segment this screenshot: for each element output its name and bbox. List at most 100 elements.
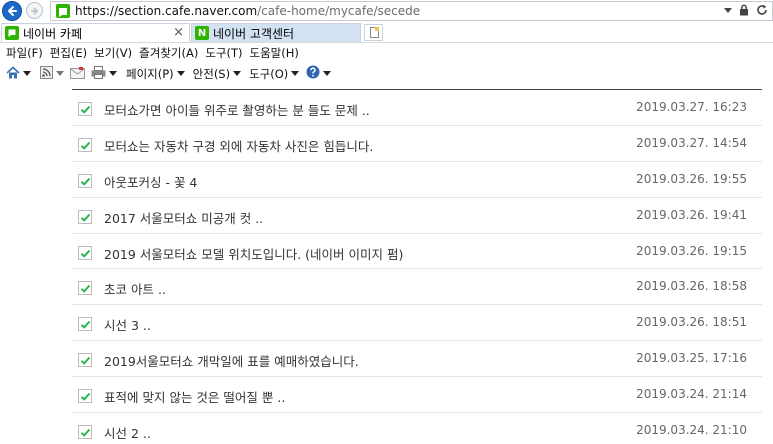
list-item: 모터쇼는 자동차 구경 외에 자동차 사진은 힘듭니다. 2019.03.27.… <box>0 126 773 162</box>
list-item: 2019서울모터쇼 개막일에 표를 예매하였습니다. 2019.03.25. 1… <box>0 341 773 378</box>
home-dropdown-icon[interactable] <box>23 71 31 76</box>
post-date: 2019.03.24. 21:14 <box>636 387 747 402</box>
post-title[interactable]: 2017 서울모터쇼 미공개 컷 .. <box>104 208 263 227</box>
command-bar: 페이지(P) 안전(S) 도구(O) <box>0 63 773 84</box>
menu-view[interactable]: 보기(V) <box>94 45 132 61</box>
address-tools <box>724 4 768 16</box>
post-date: 2019.03.26. 19:55 <box>636 171 747 186</box>
post-checkbox[interactable] <box>78 102 92 116</box>
post-checkbox[interactable] <box>78 209 92 224</box>
help-icon[interactable] <box>306 64 320 83</box>
post-title[interactable]: 표적에 맞지 않는 것은 떨어질 뿐 .. <box>104 387 285 406</box>
naver-n-icon: N <box>195 26 209 40</box>
mail-icon[interactable] <box>70 64 85 83</box>
safety-menu[interactable]: 안전(S) <box>193 66 230 82</box>
menu-edit[interactable]: 편집(E) <box>50 45 87 61</box>
post-date: 2019.03.27. 14:54 <box>636 135 747 150</box>
menu-help[interactable]: 도움말(H) <box>250 45 299 61</box>
check-icon <box>80 105 91 114</box>
url-path: /cafe-home/mycafe/secede <box>257 4 421 18</box>
post-checkbox[interactable] <box>78 281 92 296</box>
menu-tools[interactable]: 도구(T) <box>205 45 242 61</box>
post-date: 2019.03.27. 16:23 <box>636 100 747 114</box>
post-title[interactable]: 시선 2 .. <box>104 423 151 442</box>
post-date: 2019.03.26. 19:41 <box>636 207 747 222</box>
post-title[interactable]: 아웃포커싱 - 꽃 4 <box>104 172 197 191</box>
post-checkbox[interactable] <box>78 173 92 188</box>
check-icon <box>80 321 91 330</box>
post-date: 2019.03.26. 18:51 <box>636 315 747 330</box>
print-dropdown-icon[interactable] <box>109 71 117 76</box>
tab-label: 네이버 카페 <box>23 26 83 41</box>
page-dropdown-icon[interactable] <box>176 71 185 76</box>
post-title[interactable]: 시선 3 .. <box>104 315 151 334</box>
naver-cafe-icon <box>5 26 19 40</box>
post-checkbox[interactable] <box>78 137 92 152</box>
tab-naver-cafe[interactable]: 네이버 카페 × <box>1 23 190 42</box>
menu-bar: 파일(F) 편집(E) 보기(V) 즐겨찾기(A) 도구(T) 도움말(H) <box>0 43 773 63</box>
close-tab-icon[interactable]: × <box>173 25 184 40</box>
back-button[interactable] <box>2 1 22 21</box>
lock-icon[interactable] <box>739 4 749 16</box>
list-item: 2019 서울모터쇼 모델 위치도입니다. (네이버 이미지 펌) 2019.0… <box>0 234 773 270</box>
post-title[interactable]: 모터쇼가면 아이들 위주로 촬영하는 분 들도 문제 .. <box>104 100 370 119</box>
url-host: https://section.cafe.naver.com <box>75 4 258 18</box>
address-dropdown-icon[interactable] <box>724 7 732 13</box>
tools-menu[interactable]: 도구(O) <box>249 66 288 82</box>
refresh-icon[interactable] <box>756 4 768 16</box>
list-item: 아웃포커싱 - 꽃 4 2019.03.26. 19:55 <box>0 162 773 198</box>
post-list: 모터쇼가면 아이들 위주로 촬영하는 분 들도 문제 .. 2019.03.27… <box>0 90 773 444</box>
safety-dropdown-icon[interactable] <box>233 71 242 76</box>
new-tab-button[interactable] <box>364 24 383 41</box>
post-checkbox[interactable] <box>78 245 92 260</box>
check-icon <box>80 392 91 401</box>
post-date: 2019.03.26. 19:15 <box>636 243 747 258</box>
tab-strip: 네이버 카페 × N 네이버 고객센터 <box>0 22 773 43</box>
forward-button[interactable] <box>26 2 43 19</box>
post-title[interactable]: 2019서울모터쇼 개막일에 표를 예매하였습니다. <box>104 351 359 370</box>
post-title[interactable]: 모터쇼는 자동차 구경 외에 자동차 사진은 힘듭니다. <box>104 136 373 155</box>
post-title[interactable]: 2019 서울모터쇼 모델 위치도입니다. (네이버 이미지 펌) <box>104 244 403 263</box>
address-row: https://section.cafe.naver.com/cafe-home… <box>0 0 773 22</box>
post-date: 2019.03.26. 18:58 <box>636 279 747 294</box>
post-checkbox[interactable] <box>78 317 92 332</box>
tab-naver-help[interactable]: N 네이버 고객센터 <box>191 23 361 42</box>
address-bar[interactable]: https://section.cafe.naver.com/cafe-home… <box>50 1 773 21</box>
tools-dropdown-icon[interactable] <box>291 71 300 76</box>
site-favicon-icon <box>56 4 70 18</box>
list-item: 시선 2 .. 2019.03.24. 21:10 <box>0 413 773 444</box>
post-checkbox[interactable] <box>78 425 92 440</box>
post-date: 2019.03.24. 21:10 <box>636 423 747 438</box>
check-icon <box>80 177 91 186</box>
new-tab-icon <box>370 27 379 38</box>
forward-arrow-icon <box>30 6 38 15</box>
menu-favorites[interactable]: 즐겨찾기(A) <box>139 45 198 61</box>
print-icon[interactable] <box>91 64 106 83</box>
tab-label: 네이버 고객센터 <box>213 26 295 41</box>
post-title[interactable]: 초코 아트 .. <box>104 279 166 298</box>
page-content: 모터쇼가면 아이들 위주로 촬영하는 분 들도 문제 .. 2019.03.27… <box>0 84 773 444</box>
url-text[interactable]: https://section.cafe.naver.com/cafe-home… <box>75 3 420 19</box>
feed-icon[interactable] <box>40 64 53 83</box>
check-icon <box>80 357 91 365</box>
list-item: 모터쇼가면 아이들 위주로 촬영하는 분 들도 문제 .. 2019.03.27… <box>0 90 773 126</box>
post-checkbox[interactable] <box>78 389 92 404</box>
back-arrow-icon <box>8 6 17 16</box>
check-icon <box>80 428 91 437</box>
check-icon <box>80 213 91 222</box>
list-item: 2017 서울모터쇼 미공개 컷 .. 2019.03.26. 19:41 <box>0 198 773 234</box>
feed-dropdown-icon[interactable] <box>56 71 64 76</box>
browser-window: https://section.cafe.naver.com/cafe-home… <box>0 0 773 444</box>
page-menu[interactable]: 페이지(P) <box>126 66 174 82</box>
check-icon <box>80 141 91 150</box>
post-date: 2019.03.25. 17:16 <box>636 351 747 366</box>
check-icon <box>80 249 91 258</box>
menu-file[interactable]: 파일(F) <box>6 45 43 61</box>
help-dropdown-icon[interactable] <box>323 71 332 76</box>
list-item: 시선 3 .. 2019.03.26. 18:51 <box>0 305 773 342</box>
check-icon <box>80 285 91 294</box>
post-checkbox[interactable] <box>78 353 92 368</box>
list-item: 표적에 맞지 않는 것은 떨어질 뿐 .. 2019.03.24. 21:14 <box>0 377 773 413</box>
list-item: 초코 아트 .. 2019.03.26. 18:58 <box>0 269 773 306</box>
home-icon[interactable] <box>6 64 20 83</box>
